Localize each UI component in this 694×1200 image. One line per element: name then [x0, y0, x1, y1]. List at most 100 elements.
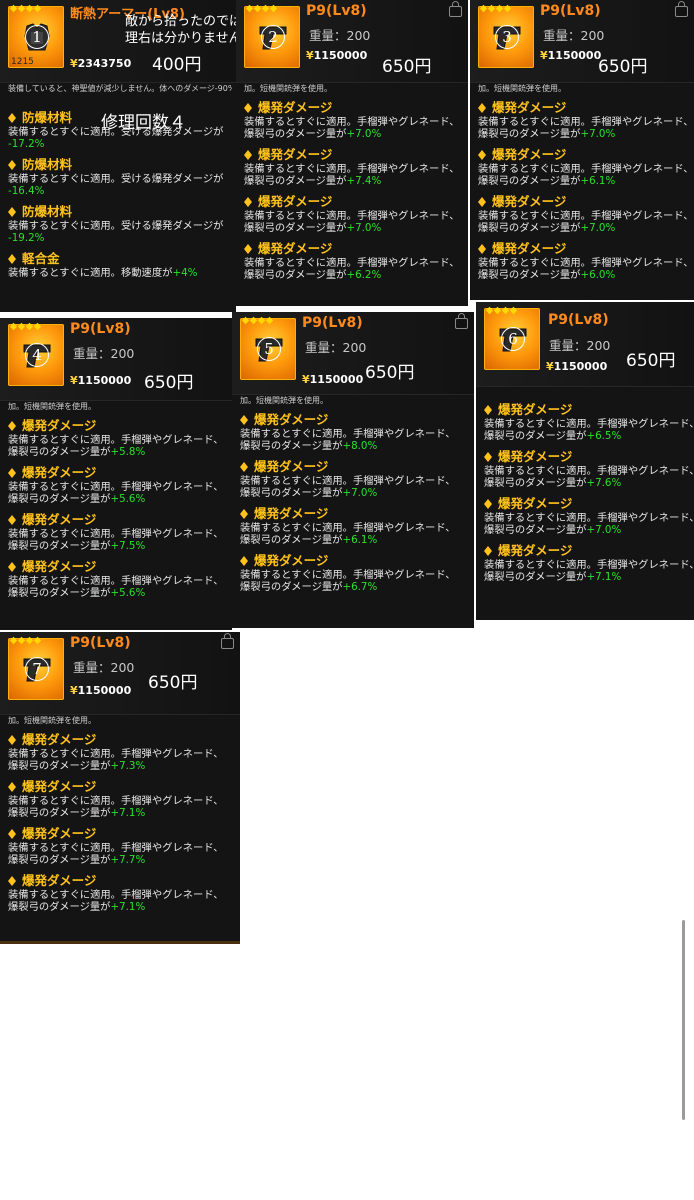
effect-desc: 装備するとすぐに適用。受ける爆発ダメージが	[8, 173, 224, 185]
description-text: 装備していると、神聖値が減少しません。体へのダメージ-90%。火属性ダメージ無効…	[8, 84, 232, 93]
effect-name: 爆発ダメージ	[254, 459, 329, 474]
effects-list: 加。短機関銃弾を使用。 爆発ダメージ 装備するとすぐに適用。手榴弾やグレネード、爆…	[8, 716, 236, 920]
effect-item: 爆発ダメージ 装備するとすぐに適用。手榴弾やグレネード、 爆裂弓のダメージ量が+7.…	[478, 100, 694, 140]
item-title: P9(Lv8)	[548, 312, 609, 328]
effect-desc-2: 爆裂弓のダメージ量が	[478, 269, 581, 281]
note-line-1: 敵から拾ったのでは修	[125, 14, 236, 29]
effect-desc-2: 爆裂弓のダメージ量が	[8, 540, 111, 552]
item-title: P9(Lv8)	[540, 3, 601, 19]
effect-name: 防爆材料	[22, 157, 73, 172]
price-annotation: 650円	[382, 57, 432, 77]
effect-desc: 装備するとすぐに適用。手榴弾やグレネード、	[8, 575, 224, 587]
note-line-2: 理右は分かりません。	[125, 31, 236, 46]
lock-icon[interactable]	[449, 1, 462, 17]
effect-desc-2: 爆裂弓のダメージ量が	[240, 440, 343, 452]
item-weight: 重量：200	[305, 340, 367, 355]
effect-desc: 装備するとすぐに適用。手榴弾やグレネード、	[8, 481, 224, 493]
diamond-icon	[484, 499, 492, 509]
effect-value: +6.7%	[342, 581, 378, 593]
effect-name: 爆発ダメージ	[258, 194, 333, 209]
effect-desc-2: 爆裂弓のダメージ量が	[244, 128, 347, 140]
effect-desc: 装備するとすぐに適用。手榴弾やグレネード、	[8, 842, 224, 854]
rarity-diamonds	[9, 636, 42, 645]
price-annotation: 650円	[365, 363, 415, 383]
item-card-p9: 3 P9(Lv8) 重量：200 ¥1150000 650円 加。短機関銃弾を使…	[470, 0, 694, 300]
item-number-circle: 2	[261, 25, 285, 49]
effect-value: +7.0%	[580, 222, 616, 234]
diamond-icon	[8, 254, 16, 264]
rarity-diamonds	[485, 306, 518, 315]
effect-item: 爆発ダメージ 装備するとすぐに適用。手榴弾やグレネード、 爆裂弓のダメージ量が+7.…	[8, 732, 236, 772]
effect-desc: 装備するとすぐに適用。手榴弾やグレネード、	[8, 528, 224, 540]
effect-desc-2: 爆裂弓のダメージ量が	[478, 222, 581, 234]
effect-item: 爆発ダメージ 装備するとすぐに適用。手榴弾やグレネード、 爆裂弓のダメージ量が+7.…	[484, 496, 694, 536]
description-text: 加。短機関銃弾を使用。	[244, 84, 332, 93]
item-weight: 重量：200	[309, 28, 371, 43]
effect-desc-2: 爆裂弓のダメージ量が	[8, 446, 111, 458]
effect-item: 爆発ダメージ 装備するとすぐに適用。手榴弾やグレネード、 爆裂弓のダメージ量が+7.…	[8, 826, 236, 866]
effect-item: 爆発ダメージ 装備するとすぐに適用。手榴弾やグレネード、 爆裂弓のダメージ量が+7.…	[244, 194, 464, 234]
effect-item: 防爆材料 装備するとすぐに適用。受ける爆発ダメージが -16.4%	[8, 157, 232, 197]
effect-desc: 装備するとすぐに適用。手榴弾やグレネード、	[8, 889, 224, 901]
lock-icon[interactable]	[221, 633, 234, 649]
item-price: 2343750	[77, 57, 132, 70]
diamond-icon	[244, 150, 252, 160]
lock-icon[interactable]	[675, 1, 688, 17]
effect-desc: 装備するとすぐに適用。手榴弾やグレネード、	[244, 163, 460, 175]
effect-name: 爆発ダメージ	[498, 449, 573, 464]
effect-name: 爆発ダメージ	[22, 779, 97, 794]
effect-value: +6.1%	[342, 534, 378, 546]
pistol-icon: 6	[484, 306, 540, 370]
lock-icon[interactable]	[455, 313, 468, 329]
effect-desc: 装備するとすぐに適用。手榴弾やグレネード、	[240, 428, 456, 440]
effect-name: 爆発ダメージ	[258, 147, 333, 162]
effect-desc: 装備するとすぐに適用。手榴弾やグレネード、	[484, 559, 694, 571]
effect-desc: 装備するとすぐに適用。手榴弾やグレネード、	[484, 418, 694, 430]
effect-item: 爆発ダメージ 装備するとすぐに適用。手榴弾やグレネード、 爆裂弓のダメージ量が+7.…	[8, 779, 236, 819]
diamond-icon	[8, 782, 16, 792]
effects-list: 爆発ダメージ 装備するとすぐに適用。手榴弾やグレネード、 爆裂弓のダメージ量が+6.…	[484, 402, 694, 590]
rarity-diamonds	[9, 4, 42, 13]
item-price: 1150000	[77, 374, 132, 387]
effect-desc: 装備するとすぐに適用。受ける爆発ダメージが	[8, 220, 224, 232]
card-bottom-edge	[0, 941, 240, 944]
rarity-diamonds	[245, 4, 278, 13]
pistol-icon: 4	[8, 322, 64, 386]
effect-item: 爆発ダメージ 装備するとすぐに適用。手榴弾やグレネード、 爆裂弓のダメージ量が+8.…	[240, 412, 470, 452]
effects-list: 加。短機関銃弾を使用。 爆発ダメージ 装備するとすぐに適用。手榴弾やグレネード、爆…	[244, 84, 464, 288]
diamond-icon	[8, 160, 16, 170]
effect-item: 爆発ダメージ 装備するとすぐに適用。手榴弾やグレネード、 爆裂弓のダメージ量が+6.…	[478, 241, 694, 281]
effect-desc: 装備するとすぐに適用。手榴弾やグレネード、	[484, 512, 694, 524]
effect-desc: 装備するとすぐに適用。手榴弾やグレネード、	[8, 434, 224, 446]
item-card-p9: 6 P9(Lv8) 重量：200 ¥1150000 650円 爆発ダメージ 装備す…	[476, 302, 694, 620]
pistol-icon: 3	[478, 4, 534, 68]
diamond-icon	[8, 421, 16, 431]
description-text: 加。短機関銃弾を使用。	[240, 396, 328, 405]
diamond-icon	[240, 462, 248, 472]
price-annotation: 650円	[148, 673, 198, 693]
scrollbar[interactable]	[682, 920, 685, 1120]
effect-value: -16.4%	[8, 185, 45, 197]
description-text: 加。短機関銃弾を使用。	[8, 716, 96, 725]
item-price: 1150000	[553, 360, 608, 373]
effect-name: 爆発ダメージ	[492, 241, 567, 256]
item-number-circle: 3	[495, 25, 519, 49]
effect-name: 爆発ダメージ	[254, 506, 329, 521]
effect-desc-2: 爆裂弓のダメージ量が	[244, 269, 347, 281]
price-annotation: 650円	[144, 373, 194, 393]
item-title: P9(Lv8)	[302, 315, 363, 331]
effect-item: 爆発ダメージ 装備するとすぐに適用。手榴弾やグレネード、 爆裂弓のダメージ量が+7.…	[478, 194, 694, 234]
effect-desc-2: 爆裂弓のダメージ量が	[8, 587, 111, 599]
pistol-icon: 5	[240, 316, 296, 380]
effect-desc-2: 爆裂弓のダメージ量が	[484, 524, 587, 536]
effect-name: 爆発ダメージ	[254, 412, 329, 427]
item-weight: 重量：200	[73, 346, 135, 361]
price-annotation: 400円	[152, 55, 202, 75]
effect-name: 爆発ダメージ	[22, 465, 97, 480]
item-weight: 重量：200	[549, 338, 611, 353]
effect-name: 爆発ダメージ	[254, 553, 329, 568]
yen-icon: ¥	[546, 360, 554, 373]
effect-desc: 装備するとすぐに適用。手榴弾やグレネード、	[478, 163, 694, 175]
effect-value: +5.6%	[110, 587, 146, 599]
durability-badge: 1215	[11, 57, 34, 67]
